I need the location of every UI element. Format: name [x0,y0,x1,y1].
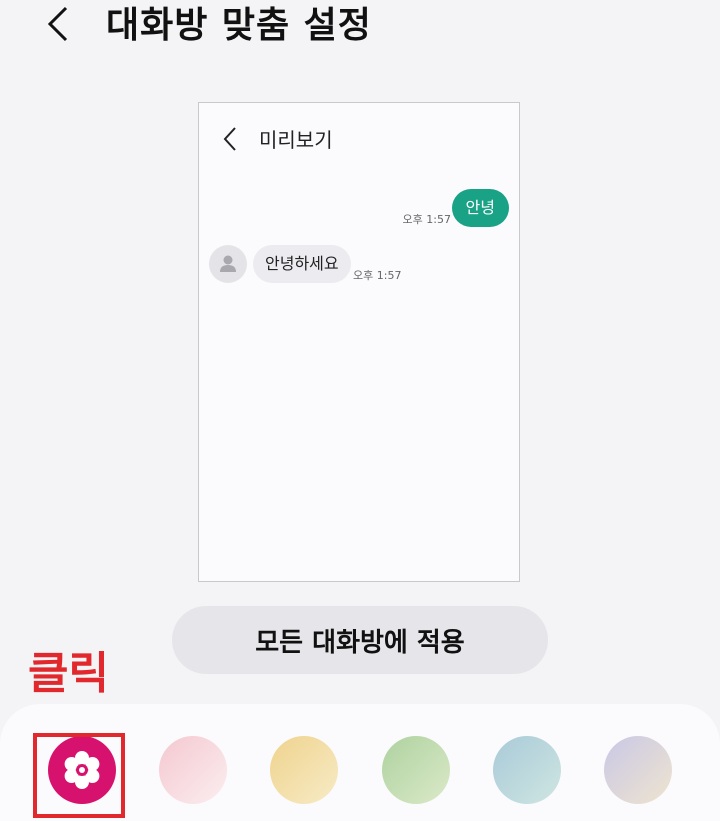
theme-picker [0,704,720,821]
sent-message-time: 오후 1:57 [402,213,451,226]
theme-swatch-lavender[interactable] [604,736,672,804]
person-icon [220,255,236,272]
theme-swatch-yellow[interactable] [270,736,338,804]
header: 대화방 맞춤 설정 [0,0,720,60]
theme-swatch-teal[interactable] [493,736,561,804]
page-title: 대화방 맞춤 설정 [106,5,372,46]
theme-swatch-green[interactable] [382,736,450,804]
apply-to-all-chats-button[interactable]: 모든 대화방에 적용 [172,606,548,674]
flower-icon [64,751,100,789]
preview-title: 미리보기 [259,128,333,152]
back-button[interactable] [40,4,80,44]
click-annotation: 클릭 [28,648,109,699]
received-message-time: 오후 1:57 [353,269,402,282]
theme-swatch-flower[interactable] [48,736,116,804]
theme-swatch-pink[interactable] [159,736,227,804]
received-message-bubble: 안녕하세요 [253,245,351,283]
chat-preview: 미리보기 오후 1:57 안녕 안녕하세요 오후 1:57 [198,102,520,582]
chevron-left-icon [47,6,68,42]
preview-back-button [219,125,241,153]
sent-message-bubble: 안녕 [451,189,509,227]
avatar [209,245,247,283]
chevron-left-icon [223,127,236,151]
